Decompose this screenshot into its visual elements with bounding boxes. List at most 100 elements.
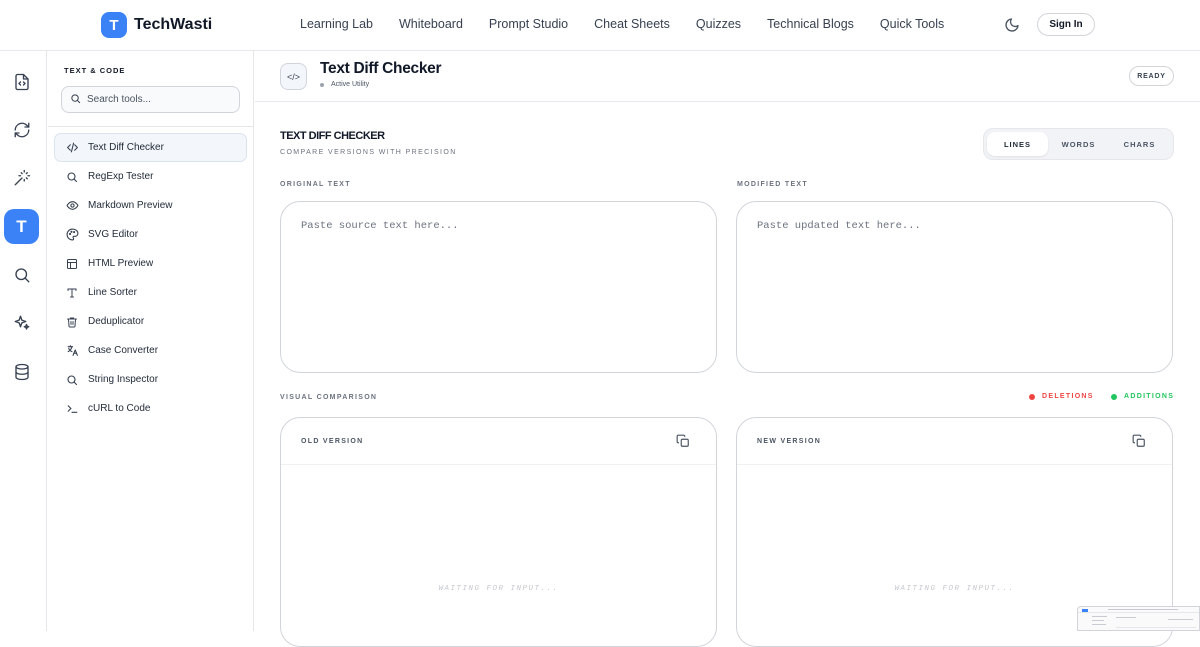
code-icon	[65, 141, 79, 155]
original-text-label: ORIGINAL TEXT	[280, 181, 351, 188]
deletions-label: DELETIONS	[1042, 393, 1094, 400]
waiting-placeholder: WAITING FOR INPUT...	[438, 585, 559, 593]
search-icon	[65, 373, 79, 387]
panel-header: OLD VERSION	[281, 418, 716, 465]
nav-links: Learning Lab Whiteboard Prompt Studio Ch…	[300, 17, 970, 31]
modified-text-input[interactable]	[757, 220, 1152, 360]
magic-wand-icon[interactable]	[12, 168, 32, 188]
diff-mode-toggle: LINES WORDS CHARS	[983, 128, 1174, 160]
file-code-icon[interactable]	[12, 72, 32, 92]
moon-icon[interactable]	[1004, 17, 1020, 33]
new-version-title: NEW VERSION	[757, 438, 822, 445]
section-title: TEXT DIFF CHECKER	[280, 130, 385, 142]
sign-in-button[interactable]: Sign In	[1037, 13, 1095, 36]
palette-icon	[65, 228, 79, 242]
thumbnail-line	[1116, 627, 1196, 628]
addition-dot-icon	[1111, 393, 1117, 400]
sidebar-item-case-converter[interactable]: Case Converter	[54, 336, 247, 365]
status-dot-icon	[320, 82, 324, 87]
modified-text-box	[736, 201, 1173, 373]
nav-link-quick-tools[interactable]: Quick Tools	[880, 17, 944, 31]
thumbnail-logo	[1082, 609, 1088, 612]
database-icon[interactable]	[12, 362, 32, 382]
sidebar-item-curl-to-code[interactable]: cURL to Code	[54, 394, 247, 423]
sidebar-item-string-inspector[interactable]: String Inspector	[54, 365, 247, 394]
sparkles-icon[interactable]	[12, 313, 32, 333]
thumbnail-line	[1092, 624, 1106, 625]
original-text-input[interactable]	[301, 220, 696, 360]
sidebar-item-svg-editor[interactable]: SVG Editor	[54, 220, 247, 249]
thumbnail-line	[1078, 612, 1199, 613]
search-icon	[65, 170, 79, 184]
thumbnail-line	[1108, 609, 1178, 610]
sidebar-item-label: SVG Editor	[88, 229, 139, 240]
old-version-title: OLD VERSION	[301, 438, 364, 445]
sidebar-item-label: String Inspector	[88, 374, 159, 385]
nav-link-prompt-studio[interactable]: Prompt Studio	[489, 17, 568, 31]
search-icon[interactable]	[12, 265, 32, 285]
thumbnail-line	[1092, 620, 1104, 621]
sidebar-search-input[interactable]	[87, 94, 227, 105]
brand-name: TechWasti	[134, 16, 213, 33]
sidebar-item-label: Deduplicator	[88, 316, 145, 327]
additions-label: ADDITIONS	[1124, 393, 1175, 400]
copy-icon[interactable]	[676, 434, 690, 448]
sidebar-item-text-diff-checker[interactable]: Text Diff Checker	[54, 133, 247, 162]
nav-link-learning-lab[interactable]: Learning Lab	[300, 17, 373, 31]
sidebar-heading: TEXT & CODE	[64, 66, 126, 75]
mode-lines-button[interactable]: LINES	[987, 132, 1048, 156]
sidebar-item-label: Text Diff Checker	[88, 142, 164, 153]
brand-logo: T	[101, 12, 127, 38]
refresh-icon[interactable]	[12, 120, 32, 140]
sidebar-tool-list: Text Diff Checker RegExp Tester Markdown…	[54, 133, 247, 423]
nav-link-technical-blogs[interactable]: Technical Blogs	[767, 17, 854, 31]
mode-words-button[interactable]: WORDS	[1048, 132, 1109, 156]
visual-comparison-label: VISUAL COMPARISON	[280, 394, 378, 401]
tool-header: </> Text Diff Checker Active Utility REA…	[255, 51, 1200, 102]
page-title: Text Diff Checker	[320, 60, 442, 77]
sidebar-item-line-sorter[interactable]: Line Sorter	[54, 278, 247, 307]
sidebar-divider	[48, 126, 254, 127]
tool-status: Active Utility	[320, 81, 369, 88]
terminal-icon	[65, 402, 79, 416]
sidebar-search[interactable]	[61, 86, 240, 113]
sidebar-item-label: RegExp Tester	[88, 171, 154, 182]
sidebar-item-html-preview[interactable]: HTML Preview	[54, 249, 247, 278]
sidebar-item-deduplicator[interactable]: Deduplicator	[54, 307, 247, 336]
sidebar-item-label: HTML Preview	[88, 258, 154, 269]
nav-link-cheat-sheets[interactable]: Cheat Sheets	[594, 17, 670, 31]
deletion-dot-icon	[1029, 393, 1035, 400]
sidebar-item-markdown-preview[interactable]: Markdown Preview	[54, 191, 247, 220]
status-badge: READY	[1129, 66, 1174, 86]
additions-legend: ADDITIONS	[1111, 393, 1174, 400]
code-icon: </>	[280, 63, 307, 90]
nav-link-quizzes[interactable]: Quizzes	[696, 17, 741, 31]
type-icon	[65, 286, 79, 300]
nav-link-whiteboard[interactable]: Whiteboard	[399, 17, 463, 31]
text-tools-icon[interactable]: T	[4, 209, 39, 244]
screenshot-thumbnail[interactable]	[1077, 606, 1200, 631]
waiting-placeholder: WAITING FOR INPUT...	[894, 585, 1015, 593]
tool-status-text: Active Utility	[331, 81, 370, 88]
section-subtitle: COMPARE VERSIONS WITH PRECISION	[280, 149, 457, 156]
tools-sidebar: TEXT & CODE Text Diff Checker RegExp Tes…	[48, 51, 254, 631]
layout-icon	[65, 257, 79, 271]
trash-icon	[65, 315, 79, 329]
thumbnail-line	[1092, 616, 1107, 617]
copy-icon[interactable]	[1132, 434, 1146, 448]
original-text-box	[280, 201, 717, 373]
deletions-legend: DELETIONS	[1029, 393, 1094, 400]
icon-rail: T	[0, 51, 47, 631]
sidebar-item-label: Case Converter	[88, 345, 159, 356]
thumbnail-line	[1168, 619, 1193, 620]
old-version-panel: OLD VERSION WAITING FOR INPUT...	[280, 417, 717, 647]
eye-icon	[65, 199, 79, 213]
brand[interactable]: T TechWasti	[101, 12, 212, 38]
panel-header: NEW VERSION	[737, 418, 1172, 465]
mode-chars-button[interactable]: CHARS	[1109, 132, 1170, 156]
sidebar-item-regexp-tester[interactable]: RegExp Tester	[54, 162, 247, 191]
thumbnail-line	[1116, 617, 1136, 618]
sidebar-item-label: Markdown Preview	[88, 200, 173, 211]
search-icon	[70, 91, 81, 109]
sidebar-item-label: cURL to Code	[88, 403, 151, 414]
